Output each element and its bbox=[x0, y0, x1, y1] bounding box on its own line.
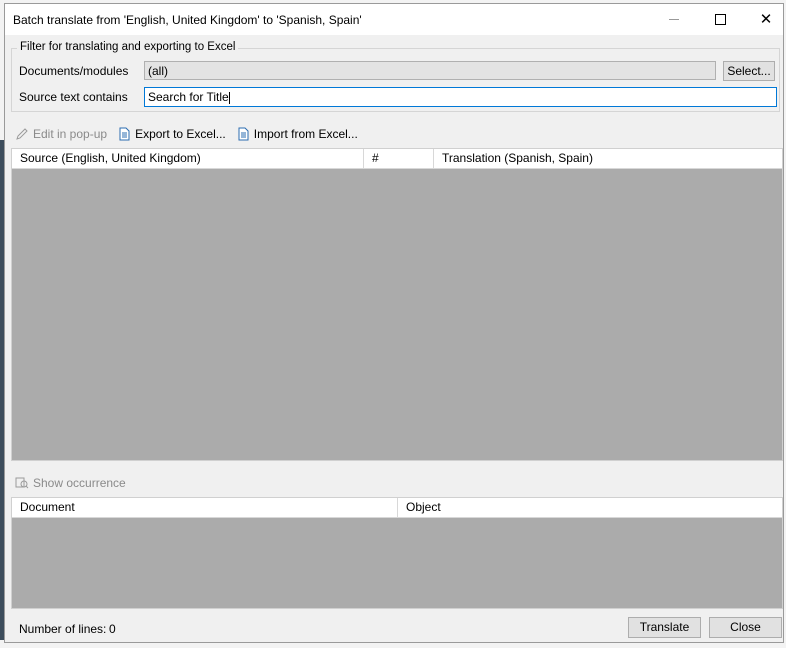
text-caret bbox=[228, 91, 230, 104]
maximize-button[interactable] bbox=[697, 4, 743, 35]
occurrence-toolbar: Show occurrence bbox=[15, 474, 136, 492]
find-occurrence-icon bbox=[15, 477, 29, 489]
column-source[interactable]: Source (English, United Kingdom) bbox=[12, 149, 364, 168]
document-icon bbox=[119, 127, 130, 141]
show-occurrence-label: Show occurrence bbox=[33, 476, 126, 490]
title-bar: Batch translate from 'English, United Ki… bbox=[5, 4, 783, 35]
documents-label: Documents/modules bbox=[19, 64, 129, 78]
translate-button[interactable]: Translate bbox=[628, 617, 701, 638]
source-text-label: Source text contains bbox=[19, 90, 128, 104]
column-object[interactable]: Object bbox=[398, 498, 782, 517]
column-document[interactable]: Document bbox=[12, 498, 398, 517]
source-text-value: Search for Title bbox=[148, 90, 229, 104]
column-translation[interactable]: Translation (Spanish, Spain) bbox=[434, 149, 782, 168]
document-icon bbox=[238, 127, 249, 141]
close-icon: ✕ bbox=[759, 11, 773, 28]
number-of-lines-label: Number of lines: bbox=[19, 622, 107, 636]
import-excel-label: Import from Excel... bbox=[253, 127, 358, 141]
window-title: Batch translate from 'English, United Ki… bbox=[13, 13, 362, 27]
edit-popup-button[interactable]: Edit in pop-up bbox=[15, 127, 107, 141]
filter-group-label: Filter for translating and exporting to … bbox=[17, 41, 239, 53]
pencil-icon bbox=[16, 128, 28, 140]
show-occurrence-button[interactable]: Show occurrence bbox=[15, 476, 126, 490]
occurrence-grid[interactable]: Document Object bbox=[11, 497, 783, 609]
edit-popup-label: Edit in pop-up bbox=[33, 127, 108, 141]
minimize-button[interactable] bbox=[651, 4, 697, 35]
close-button[interactable]: Close bbox=[709, 617, 782, 638]
close-window-button[interactable]: ✕ bbox=[743, 4, 786, 35]
export-excel-button[interactable]: Export to Excel... bbox=[117, 127, 226, 141]
source-text-input[interactable]: Search for Title bbox=[144, 87, 777, 107]
maximize-icon bbox=[714, 14, 726, 25]
batch-translate-dialog: Batch translate from 'English, United Ki… bbox=[4, 3, 784, 643]
translation-grid[interactable]: Source (English, United Kingdom) # Trans… bbox=[11, 148, 783, 461]
column-count[interactable]: # bbox=[364, 149, 434, 168]
import-excel-button[interactable]: Import from Excel... bbox=[236, 127, 358, 141]
minimize-icon bbox=[669, 19, 679, 20]
select-button[interactable]: Select... bbox=[723, 61, 775, 81]
translation-toolbar: Edit in pop-up Export to Excel... Import… bbox=[15, 124, 368, 144]
occurrence-grid-header: Document Object bbox=[12, 498, 782, 518]
export-excel-label: Export to Excel... bbox=[135, 127, 226, 141]
translation-grid-header: Source (English, United Kingdom) # Trans… bbox=[12, 149, 782, 169]
number-of-lines-value: 0 bbox=[109, 622, 116, 636]
documents-field[interactable]: (all) bbox=[144, 61, 716, 80]
